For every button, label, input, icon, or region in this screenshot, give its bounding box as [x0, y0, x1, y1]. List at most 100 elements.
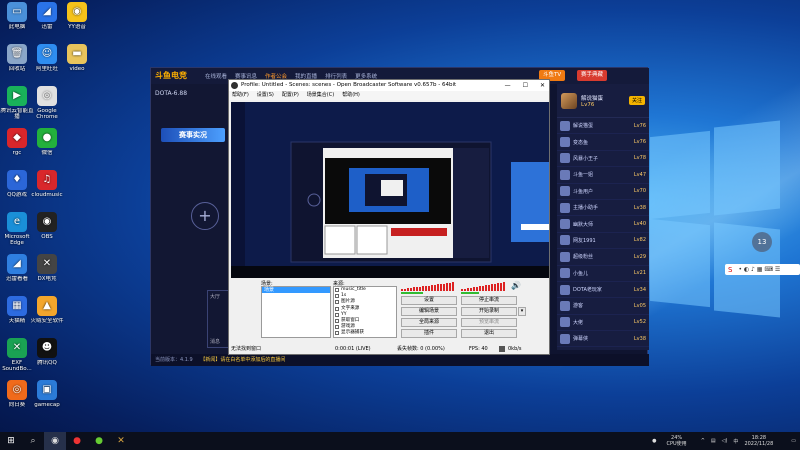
viewer-row[interactable]: 斗鱼用户 Lv70 — [557, 184, 649, 200]
meter-bar — [449, 282, 451, 291]
meter-green-level — [461, 292, 480, 294]
viewer-row[interactable]: 大佬 Lv52 — [557, 315, 649, 332]
viewer-avatar — [560, 251, 570, 262]
scene-dropdown[interactable]: DOTA-6.88 — [155, 90, 227, 100]
viewer-row[interactable]: 游客 Lv05 — [557, 298, 649, 315]
preview-stream-button[interactable]: 预览串流 — [461, 318, 517, 327]
ime-indicator-icon[interactable]: 中 — [733, 438, 738, 445]
viewer-name: 小鱼儿 — [573, 270, 589, 277]
app-icon: ▦ — [7, 296, 27, 316]
source-checkbox[interactable] — [335, 306, 339, 311]
meter-bar — [425, 285, 427, 291]
source-checkbox[interactable] — [335, 300, 339, 305]
minimize-icon[interactable]: — — [505, 80, 511, 91]
preview-recursive-capture — [231, 102, 549, 278]
obs-menu-item[interactable]: 帮助(F) — [232, 91, 249, 100]
obs-menu-item[interactable]: 设置(S) — [257, 91, 274, 100]
source-checkbox[interactable] — [335, 312, 339, 317]
mic-volume-meter[interactable] — [461, 282, 509, 294]
meter-bar — [437, 284, 439, 291]
viewer-row[interactable]: 超级粉丝 Lv29 — [557, 249, 649, 266]
app-icon: 🗑 — [7, 44, 27, 64]
source-checkbox[interactable] — [335, 319, 339, 324]
notification-icon[interactable]: ▭ — [791, 438, 796, 444]
desktop-icon[interactable]: ▬ video — [58, 44, 96, 72]
viewer-avatar — [560, 268, 570, 279]
viewer-row[interactable]: 风暴小王子 Lv78 — [557, 151, 649, 168]
taskbar-dx-icon[interactable]: ✕ — [110, 432, 132, 450]
viewer-row[interactable]: 解说猫蛋 Lv76 — [557, 118, 649, 135]
obs-menu-item[interactable]: 配置(P) — [282, 91, 299, 100]
add-button[interactable]: + — [191, 202, 219, 230]
tray-app-icon[interactable]: ● — [652, 438, 656, 444]
desktop-icon[interactable]: ▲ 火绒安全软件 — [28, 296, 66, 324]
taskbar-app-green-icon[interactable]: ● — [88, 432, 110, 450]
ime-toolbar[interactable]: S • ◐ ♪ ▦ ⌨ ☰ — [725, 264, 800, 275]
viewer-level: Lv34 — [633, 286, 646, 293]
status-bitrate: 0kb/s — [508, 346, 522, 352]
source-item[interactable]: 显示器捕获 — [334, 330, 396, 336]
edit-scene-button[interactable]: 编辑场景 — [401, 307, 457, 316]
source-checkbox[interactable] — [335, 325, 339, 330]
start-windows-icon[interactable]: ⊞ — [0, 432, 22, 450]
network-icon[interactable]: ▤ — [711, 438, 716, 444]
viewer-row[interactable]: DOTA老玩家 Lv34 — [557, 282, 649, 299]
desktop-icon[interactable]: ◉ OBS — [28, 212, 66, 240]
live-nav-item[interactable]: 在线观看 — [205, 72, 227, 80]
event-banner[interactable]: 赛事实况 — [161, 128, 225, 142]
desktop-icon[interactable]: ♫ cloudmusic — [28, 170, 66, 198]
desktop-icon[interactable]: ✕ DX电竞 — [28, 254, 66, 282]
record-dropdown-icon[interactable]: ▾ — [518, 307, 526, 316]
app-icon: ◢ — [7, 254, 27, 274]
desktop-icon[interactable]: ◉ YY语音 — [58, 2, 96, 30]
taskbar-app-red-icon[interactable]: ● — [66, 432, 88, 450]
source-checkbox[interactable] — [335, 331, 339, 336]
sources-list[interactable]: music_title 1s 图片源 文字来源 YY 获取窗口 游戏源 显示器捕获 — [333, 286, 397, 338]
ime-tools-icon[interactable]: • ◐ ♪ ▦ ⌨ ☰ — [738, 266, 780, 273]
source-checkbox[interactable] — [335, 294, 339, 299]
close-icon[interactable]: ✕ — [540, 80, 545, 91]
status-notice[interactable]: 【新闻】请在白名单中添加后的直播间 — [200, 357, 285, 363]
scene-item[interactable]: 场景 — [262, 287, 330, 293]
global-sources-button[interactable]: 全局来源 — [401, 318, 457, 327]
start-record-button[interactable]: 开始录制 — [461, 307, 517, 316]
meter-bar — [491, 284, 493, 291]
viewer-row[interactable]: 变态鱼 Lv76 — [557, 134, 649, 151]
floating-count-badge[interactable]: 13 — [752, 232, 772, 252]
search-icon[interactable]: ⌕ — [22, 432, 44, 450]
speaker-icon[interactable]: 🔊 — [511, 281, 521, 290]
follow-button[interactable]: 关注 — [628, 96, 645, 105]
plugins-button[interactable]: 插件 — [401, 329, 457, 338]
viewer-row[interactable]: 弹幕侠 Lv38 — [557, 331, 649, 348]
obs-menu-item[interactable]: 场景集合(C) — [307, 91, 334, 100]
desktop-volume-meter[interactable] — [401, 282, 457, 294]
desktop-icon[interactable]: ● 微信 — [28, 128, 66, 156]
stop-stream-button[interactable]: 停止串流 — [461, 296, 517, 305]
viewer-row[interactable]: 斗鱼一姐 Lv47 — [557, 167, 649, 184]
exit-button[interactable]: 退出 — [461, 329, 517, 338]
viewer-row[interactable]: 主播小助手 Lv38 — [557, 200, 649, 217]
viewer-level: Lv76 — [633, 139, 646, 146]
clock[interactable]: 18:28 2022/11/28 — [744, 435, 773, 447]
obs-menu-item[interactable]: 帮助(H) — [342, 91, 360, 100]
cpu-meter[interactable]: 24% CPU使用 — [667, 435, 687, 447]
desktop-icon[interactable]: ☻ 腾讯QQ — [28, 338, 66, 366]
desktop-icon[interactable]: ▣ gamecap — [28, 380, 66, 408]
taskbar-obs-icon[interactable]: ◉ — [44, 432, 66, 450]
viewer-row[interactable]: 网友1991 Lv82 — [557, 233, 649, 250]
obs-window[interactable]: Profile: Untitled - Scenes: scenes - Ope… — [228, 79, 550, 355]
app-icon: ◆ — [7, 128, 27, 148]
obs-titlebar: Profile: Untitled - Scenes: scenes - Ope… — [229, 80, 549, 91]
viewer-row[interactable]: 小鱼儿 Lv21 — [557, 266, 649, 282]
viewer-name: 超级粉丝 — [573, 254, 594, 261]
viewer-level: Lv82 — [633, 237, 646, 244]
tray-arrow-icon[interactable]: ^ — [701, 438, 705, 444]
viewer-row[interactable]: 幽默大师 Lv40 — [557, 216, 649, 233]
maximize-icon[interactable]: ☐ — [523, 80, 528, 91]
scenes-list[interactable]: 场景 — [261, 286, 331, 338]
live-badge-collection[interactable]: 赛手典藏 — [577, 70, 608, 81]
source-checkbox[interactable] — [335, 288, 339, 293]
settings-button[interactable]: 设置 — [401, 296, 457, 305]
volume-icon[interactable]: ◁) — [722, 438, 728, 444]
desktop-icon[interactable]: ◎ Google Chrome — [28, 86, 66, 120]
